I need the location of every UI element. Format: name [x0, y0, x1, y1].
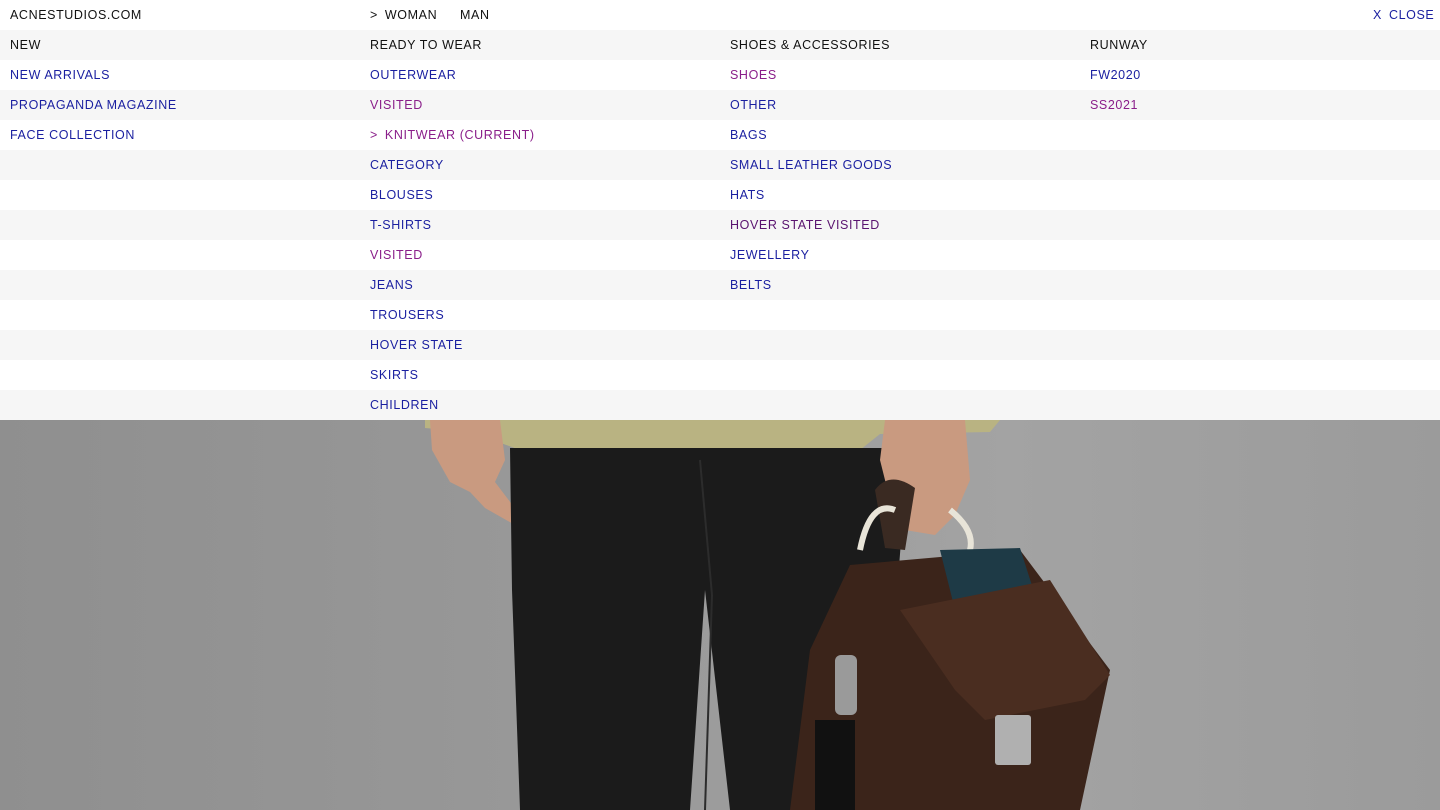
- menu-link-belts[interactable]: BELTS: [730, 270, 772, 300]
- menu-link-new-arrivals[interactable]: NEW ARRIVALS: [10, 60, 110, 90]
- menu-link-hover-state-visited[interactable]: HOVER STATE VISITED: [730, 210, 880, 240]
- menu-row-bg: [0, 150, 1440, 180]
- menu-link-visited[interactable]: VISITED: [370, 90, 423, 120]
- hero-photo-illustration: [425, 420, 1110, 810]
- menu-row-bg: [0, 30, 1440, 60]
- menu-link-children[interactable]: CHILDREN: [370, 390, 439, 420]
- menu-link-knitwear-current[interactable]: > KNITWEAR (CURRENT): [370, 120, 535, 150]
- menu-row-bg: [0, 300, 1440, 330]
- menu-link-skirts[interactable]: SKIRTS: [370, 360, 419, 390]
- menu-row-bg: [0, 0, 1440, 30]
- menu-row-bg: [0, 240, 1440, 270]
- close-label: CLOSE: [1388, 8, 1435, 22]
- nav-man-link[interactable]: MAN: [460, 0, 490, 30]
- hero-photo: [0, 420, 1440, 810]
- menu-link-face-collection[interactable]: FACE COLLECTION: [10, 120, 135, 150]
- menu-link-hats[interactable]: HATS: [730, 180, 765, 210]
- menu-row-bg: [0, 90, 1440, 120]
- menu-link-fw2020[interactable]: FW2020: [1090, 60, 1141, 90]
- menu-link-jewellery[interactable]: JEWELLERY: [730, 240, 810, 270]
- column-heading-shoes-accessories: SHOES & ACCESSORIES: [730, 38, 891, 52]
- menu-row-bg: [0, 120, 1440, 150]
- menu-link-knitwear-label: KNITWEAR (CURRENT): [384, 128, 535, 142]
- column-heading-runway: RUNWAY: [1090, 38, 1148, 52]
- menu-link-visited[interactable]: VISITED: [370, 240, 423, 270]
- menu-link-hover-state[interactable]: HOVER STATE: [370, 330, 463, 360]
- menu-row-bg: [0, 180, 1440, 210]
- menu-link-jeans[interactable]: JEANS: [370, 270, 413, 300]
- menu-link-other[interactable]: OTHER: [730, 90, 777, 120]
- chevron-right-icon: >: [370, 8, 378, 22]
- menu-link-propaganda-magazine[interactable]: PROPAGANDA MAGAZINE: [10, 90, 177, 120]
- close-button[interactable]: X CLOSE: [1373, 0, 1434, 30]
- menu-row-bg: [0, 60, 1440, 90]
- menu-row-bg: [0, 210, 1440, 240]
- brand-logo-link[interactable]: ACNESTUDIOS.COM: [10, 0, 142, 30]
- menu-row-bg: [0, 330, 1440, 360]
- menu-link-shoes[interactable]: SHOES: [730, 60, 777, 90]
- menu-link-ss2021[interactable]: SS2021: [1090, 90, 1138, 120]
- column-heading-ready-to-wear: READY TO WEAR: [370, 38, 482, 52]
- menu-link-trousers[interactable]: TROUSERS: [370, 300, 444, 330]
- menu-link-outerwear[interactable]: OUTERWEAR: [370, 60, 456, 90]
- menu-row-bg: [0, 360, 1440, 390]
- chevron-right-icon: >: [370, 128, 378, 142]
- close-icon: X: [1373, 8, 1382, 22]
- column-heading-new: NEW: [10, 38, 41, 52]
- menu-row-bg: [0, 390, 1440, 420]
- menu-link-t-shirts[interactable]: T-SHIRTS: [370, 210, 432, 240]
- menu-link-bags[interactable]: BAGS: [730, 120, 767, 150]
- nav-woman-label: WOMAN: [384, 8, 438, 22]
- menu-link-small-leather-goods[interactable]: SMALL LEATHER GOODS: [730, 150, 892, 180]
- menu-row-bg: [0, 270, 1440, 300]
- nav-woman-link[interactable]: > WOMAN: [370, 0, 437, 30]
- menu-link-blouses[interactable]: BLOUSES: [370, 180, 433, 210]
- menu-link-category[interactable]: CATEGORY: [370, 150, 444, 180]
